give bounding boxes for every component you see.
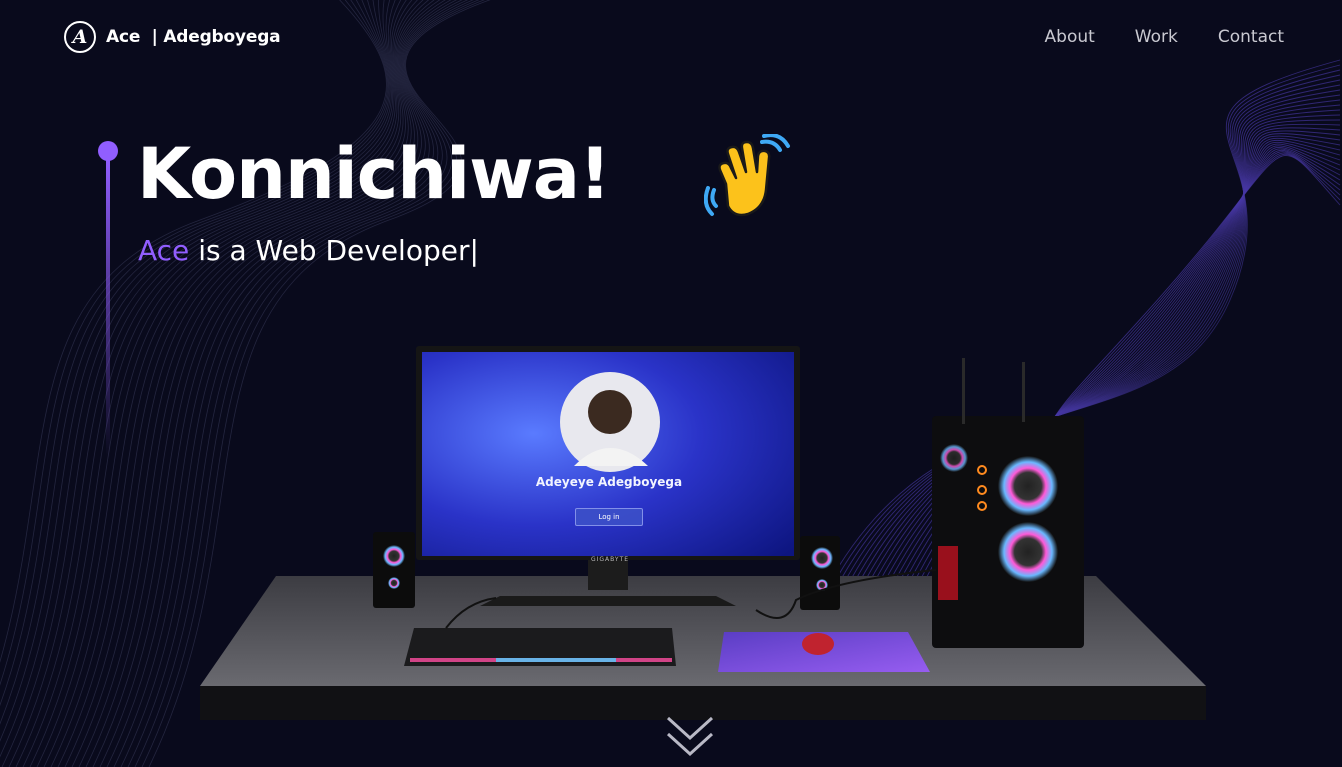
monitor-user-name: Adeyeye Adegboyega: [535, 475, 683, 489]
hero-subtitle: Ace is a Web Developer|: [138, 234, 479, 267]
nav-link-about[interactable]: About: [1045, 27, 1095, 47]
hero-subtitle-accent: Ace: [138, 234, 190, 267]
left-speaker: [373, 532, 415, 608]
hero-title: Konnichiwa!: [137, 133, 611, 215]
pc-fan-top: [998, 456, 1058, 516]
logo-text: Ace | Adegboyega: [106, 27, 281, 47]
desk-setup-3d-scene[interactable]: [196, 340, 1210, 730]
nav-link-contact[interactable]: Contact: [1218, 27, 1284, 47]
waving-hand-icon: [704, 134, 790, 217]
monitor-stand: [588, 560, 628, 590]
monitor-brand-label: GIGABYTE: [590, 556, 630, 563]
nav-links: About Work Contact: [1005, 27, 1284, 47]
top-navigation: A Ace | Adegboyega About Work Contact: [0, 0, 1342, 78]
right-speaker: [800, 536, 840, 610]
pc-fan-bottom: [998, 522, 1058, 582]
timeline-line: [106, 158, 110, 458]
nav-link-work[interactable]: Work: [1135, 27, 1178, 47]
monitor-login-button[interactable]: Log in: [575, 508, 643, 526]
double-chevron-down-icon[interactable]: [664, 714, 716, 760]
hero-subtitle-rest: is a Web Developer|: [189, 234, 479, 267]
signature-logo-icon: A: [64, 21, 96, 53]
mouse: [802, 633, 834, 655]
site-logo[interactable]: A Ace | Adegboyega: [64, 21, 281, 53]
